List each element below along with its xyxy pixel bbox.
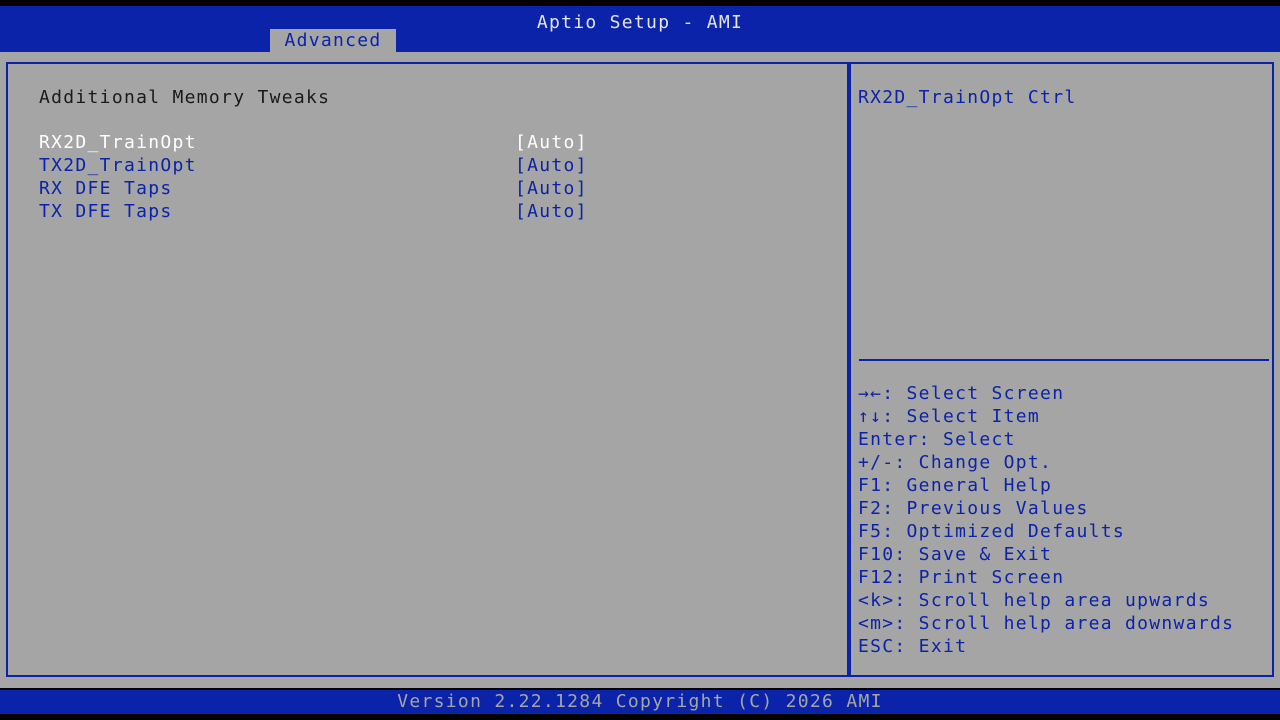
setting-label-rx2d-trainopt[interactable]: RX2D_TrainOpt bbox=[39, 131, 197, 154]
key-hint-select-item: ↑↓: Select Item bbox=[858, 406, 1041, 427]
setting-value-tx-dfe-taps[interactable]: [Auto] bbox=[515, 200, 588, 223]
key-hint-f10: F10: Save & Exit bbox=[858, 544, 1053, 565]
key-hint-scroll-up: <k>: Scroll help area upwards bbox=[858, 590, 1210, 611]
setting-value-tx2d-trainopt[interactable]: [Auto] bbox=[515, 154, 588, 177]
setting-label-tx-dfe-taps[interactable]: TX DFE Taps bbox=[39, 200, 173, 223]
help-divider bbox=[859, 359, 1269, 361]
key-hint-f2: F2: Previous Values bbox=[858, 498, 1089, 519]
setting-label-tx2d-trainopt[interactable]: TX2D_TrainOpt bbox=[39, 154, 197, 177]
key-hint-change-opt: +/-: Change Opt. bbox=[858, 452, 1053, 473]
key-hint-f5: F5: Optimized Defaults bbox=[858, 521, 1126, 542]
key-hint-scroll-down: <m>: Scroll help area downwards bbox=[858, 613, 1235, 634]
body-area: Additional Memory Tweaks RX2D_TrainOpt [… bbox=[0, 52, 1280, 688]
setting-label-rx-dfe-taps[interactable]: RX DFE Taps bbox=[39, 177, 173, 200]
tab-advanced[interactable]: Advanced bbox=[270, 29, 396, 52]
key-hint-select-screen: →←: Select Screen bbox=[858, 383, 1065, 404]
version-text: Version 2.22.1284 Copyright (C) 2026 AMI bbox=[397, 691, 883, 712]
section-title: Additional Memory Tweaks bbox=[39, 87, 331, 108]
setting-value-rx2d-trainopt[interactable]: [Auto] bbox=[515, 131, 588, 154]
app-title: Aptio Setup - AMI bbox=[536, 12, 744, 33]
key-hint-enter: Enter: Select bbox=[858, 429, 1016, 450]
bios-screen: Aptio Setup - AMI Advanced Additional Me… bbox=[0, 0, 1280, 720]
help-panel: RX2D_TrainOpt Ctrl →←: Select Screen ↑↓:… bbox=[849, 62, 1274, 677]
key-hint-f12: F12: Print Screen bbox=[858, 567, 1065, 588]
help-title: RX2D_TrainOpt Ctrl bbox=[858, 87, 1077, 108]
footer-bar: Version 2.22.1284 Copyright (C) 2026 AMI bbox=[0, 690, 1280, 714]
key-hint-esc: ESC: Exit bbox=[858, 636, 968, 657]
key-hint-f1: F1: General Help bbox=[858, 475, 1053, 496]
setting-value-rx-dfe-taps[interactable]: [Auto] bbox=[515, 177, 588, 200]
header-bar: Aptio Setup - AMI Advanced bbox=[0, 6, 1280, 52]
settings-panel: Additional Memory Tweaks RX2D_TrainOpt [… bbox=[6, 62, 849, 677]
